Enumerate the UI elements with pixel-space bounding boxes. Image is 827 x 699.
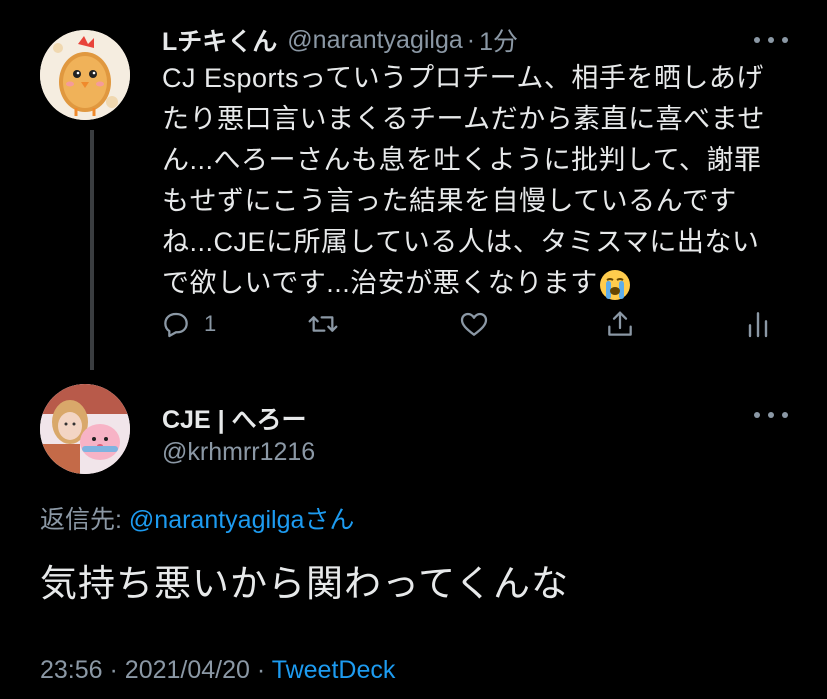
reply-button[interactable]: 1 [160,304,216,344]
avatar[interactable] [40,30,130,120]
share-icon [608,311,632,336]
tweet-text: CJ Esportsっていうプロチーム、相手を晒しあげ たり悪口言いまくるチーム… [162,58,802,304]
replying-to-label: 返信先: [40,506,129,534]
retweet-button[interactable] [306,304,340,344]
more-options-icon[interactable] [754,410,788,420]
tweet-time[interactable]: 23:56 [40,656,103,684]
reply-count: 1 [204,311,217,336]
display-name[interactable]: Lチキくん [162,22,277,58]
retweet-icon [308,316,338,332]
tweet-text-line: たり悪口言いまくるチームだから素直に喜べませ [162,104,765,134]
fried-chicken-mascot-icon [40,30,130,120]
more-options-icon[interactable] [754,35,788,45]
tweet-date[interactable]: 2021/04/20 [125,656,250,684]
thread-connector-line [90,130,94,370]
tweet-text-line-with-emoji: で欲しいです...治安が悪くなります [162,263,802,304]
tweet-text-line: ん...へろーさんも息を吐くように批判して、謝罪 [162,145,762,175]
avatar[interactable] [40,384,130,474]
heart-icon [460,312,488,336]
replying-to-suffix: さん [304,506,355,534]
like-button[interactable] [457,304,491,344]
tweet-text-line: CJ Esportsっていうプロチーム、相手を晒しあげ [162,63,764,93]
person-with-plush-icon [40,384,130,474]
separator-dot: · [256,656,266,684]
tweet-header: Lチキくん @narantyagilga · 1分 [162,22,518,58]
tweet-actions: 1 [160,304,780,344]
separator-dot: · [109,656,118,684]
tweet-source[interactable]: TweetDeck [272,656,396,684]
user-handle[interactable]: @narantyagilga [287,26,463,55]
replying-to-mention[interactable]: @narantyagilga [129,506,305,534]
tweet-metadata: 23:56 · 2021/04/20 · TweetDeck [40,656,395,685]
analytics-button[interactable] [744,304,772,344]
replying-to: 返信先: @narantyagilgaさん [40,500,354,536]
tweet-text-line: もせずにこう言った結果を自慢しているんです [162,186,737,216]
loudly-crying-face-icon [599,269,630,300]
reply-icon [164,312,188,338]
user-handle[interactable]: @krhmrr1216 [162,438,315,467]
share-button[interactable] [604,304,636,344]
display-name[interactable]: CJE | へろー [162,400,307,436]
analytics-icon [748,312,768,338]
tweet-time[interactable]: 1分 [479,22,518,58]
tweet-text-line: で欲しいです...治安が悪くなります [162,268,598,298]
separator-dot: · [466,25,476,54]
tweet-text: 気持ち悪いから関わってくんな [40,563,570,604]
tweet-text-line: ね...CJEに所属している人は、タミスマに出ない [162,227,760,257]
